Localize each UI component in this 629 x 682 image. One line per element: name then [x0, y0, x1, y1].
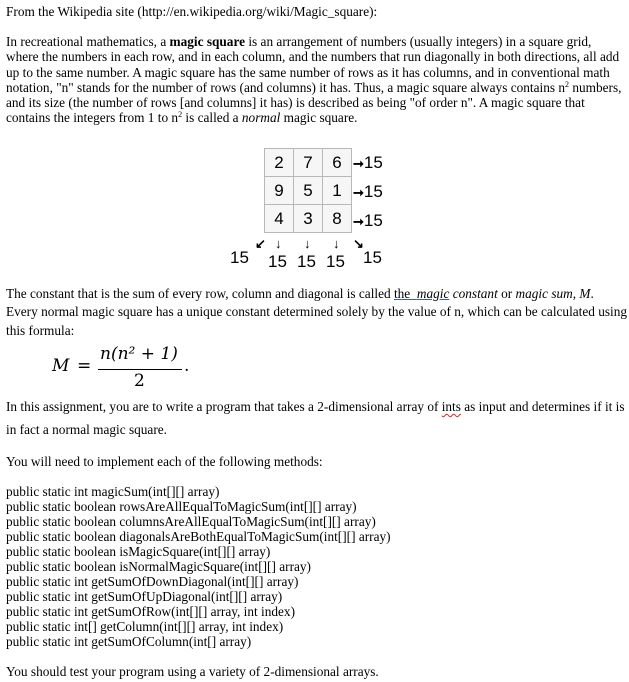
arrow-right-icon: ➞: [353, 185, 364, 200]
formula-lhs: M: [52, 356, 70, 376]
constant-term: constant: [449, 286, 498, 301]
constant-line-2: Every normal magic square has a unique c…: [6, 304, 628, 319]
magic-square-term: magic square: [169, 34, 246, 49]
row-sum-value: 15: [363, 153, 383, 172]
grid-cell: 9: [264, 176, 294, 205]
m-symbol: M: [579, 286, 591, 301]
arrow-right-icon: ➞: [353, 214, 364, 229]
intro-text: magic square.: [280, 110, 358, 126]
grid-cell: 2: [264, 148, 294, 177]
grid-cell: 8: [322, 204, 352, 233]
constant-line-3: this formula:: [6, 323, 75, 338]
assignment-line-2: in fact a normal magic square.: [6, 422, 167, 437]
method-signature: public static int getSumOfDownDiagonal(i…: [6, 574, 299, 589]
formula-equals: =: [77, 356, 92, 376]
grid-cell: 4: [264, 204, 294, 233]
row-sum-value: 15: [363, 211, 383, 230]
constant-text: or: [497, 286, 516, 301]
constant-text: The constant that is the sum of every ro…: [6, 286, 394, 301]
method-signature: public static int getSumOfColumn(int[] a…: [6, 634, 252, 649]
closing-line: You should test your program using a var…: [6, 664, 379, 679]
methods-intro: You will need to implement each of the f…: [6, 454, 323, 469]
method-signature: public static boolean isMagicSquare(int[…: [6, 544, 271, 559]
method-signature: public static boolean rowsAreAllEqualToM…: [6, 499, 357, 514]
method-signature: public static boolean columnsAreAllEqual…: [6, 514, 376, 529]
magic-square-grid: 2 7 6 9 5 1 4 3 8: [264, 148, 352, 233]
arrow-down-icon: ↓: [333, 236, 340, 251]
grid-cell: 7: [293, 148, 323, 177]
grid-row: 9 5 1: [264, 176, 352, 205]
formula-period: .: [184, 356, 190, 376]
grid-cell: 1: [322, 176, 352, 205]
formula-denominator: 2: [134, 371, 145, 391]
assignment-text: as input and determines if it is: [460, 399, 625, 414]
normal-term: normal: [241, 110, 281, 126]
magic-sum-term: magic sum: [515, 286, 573, 301]
row-sum-value: 15: [363, 182, 383, 201]
source-line: From the Wikipedia site (http://en.wikip…: [6, 4, 378, 19]
grid-row: 4 3 8: [264, 204, 352, 233]
column-sum: 15: [326, 252, 345, 271]
grid-row: 2 7 6: [264, 148, 352, 177]
row-sum: ➞15: [353, 153, 383, 173]
grid-cell: 3: [293, 204, 323, 233]
intro-text: is called a: [182, 110, 242, 126]
column-sum: 15: [297, 252, 316, 271]
method-signature: public static boolean diagonalsAreBothEq…: [6, 529, 391, 544]
diagonal-sum: 15: [230, 248, 249, 267]
method-signature: public static int magicSum(int[][] array…: [6, 484, 220, 499]
row-sum: ➞15: [353, 182, 383, 202]
arrow-down-icon: ↓: [275, 236, 282, 251]
fraction-bar: [98, 369, 182, 370]
row-sum: ➞15: [353, 211, 383, 231]
arrow-down-left-icon: ↙: [255, 236, 266, 251]
magic-square-figure: 2 7 6 9 5 1 4 3 8 ➞15 ➞15 ➞15 ↙ ↓ ↓ ↓ ↘ …: [225, 148, 395, 273]
method-signature: public static int getSumOfUpDiagonal(int…: [6, 589, 283, 604]
arrow-down-icon: ↓: [304, 236, 311, 251]
grid-cell: 5: [293, 176, 323, 205]
method-signature: public static int getSumOfRow(int[][] ar…: [6, 604, 296, 619]
column-sum: 15: [268, 252, 287, 271]
ints-word: ints: [441, 399, 461, 414]
assignment-text: In this assignment, you are to write a p…: [6, 399, 442, 414]
assignment-line-1: In this assignment, you are to write a p…: [6, 399, 625, 414]
method-signature: public static int[] getColumn(int[][] ar…: [6, 619, 284, 634]
grid-cell: 6: [322, 148, 352, 177]
intro-text: In recreational mathematics, a: [6, 34, 170, 49]
magic-constant-link[interactable]: the magic: [394, 286, 449, 301]
diagonal-sum: 15: [363, 248, 382, 267]
method-signature: public static boolean isNormalMagicSquar…: [6, 559, 311, 574]
intro-paragraph: In recreational mathematics, a magic squ…: [6, 34, 624, 126]
formula-numerator: n(n² + 1): [100, 344, 178, 364]
arrow-right-icon: ➞: [353, 156, 364, 171]
constant-text: .: [590, 286, 594, 301]
constant-line-1: The constant that is the sum of every ro…: [6, 286, 594, 301]
